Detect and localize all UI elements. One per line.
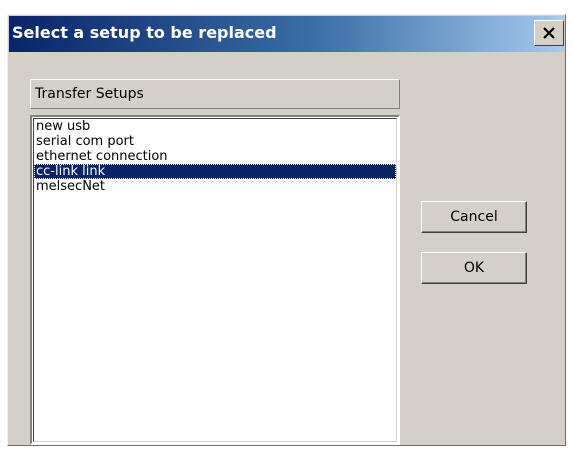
title-bar[interactable]: Select a setup to be replaced — [9, 16, 564, 52]
close-icon — [543, 27, 555, 39]
ok-button[interactable]: OK — [421, 252, 527, 284]
window-title: Select a setup to be replaced — [12, 23, 277, 42]
close-button[interactable] — [534, 20, 564, 46]
cancel-button[interactable]: Cancel — [421, 201, 527, 233]
list-item[interactable]: serial com port — [34, 134, 396, 149]
listbox-inner: new usb serial com port ethernet connect… — [33, 118, 397, 442]
list-item[interactable]: cc-link link — [34, 164, 396, 179]
select-setup-dialog: Select a setup to be replaced Transfer S… — [7, 14, 566, 446]
list-item[interactable]: melsecNet — [34, 179, 396, 194]
transfer-setups-header: Transfer Setups — [30, 79, 400, 109]
list-item[interactable]: new usb — [34, 119, 396, 134]
list-item[interactable]: ethernet connection — [34, 149, 396, 164]
transfer-setups-listbox[interactable]: new usb serial com port ethernet connect… — [30, 115, 400, 445]
transfer-setups-header-label: Transfer Setups — [35, 86, 144, 102]
